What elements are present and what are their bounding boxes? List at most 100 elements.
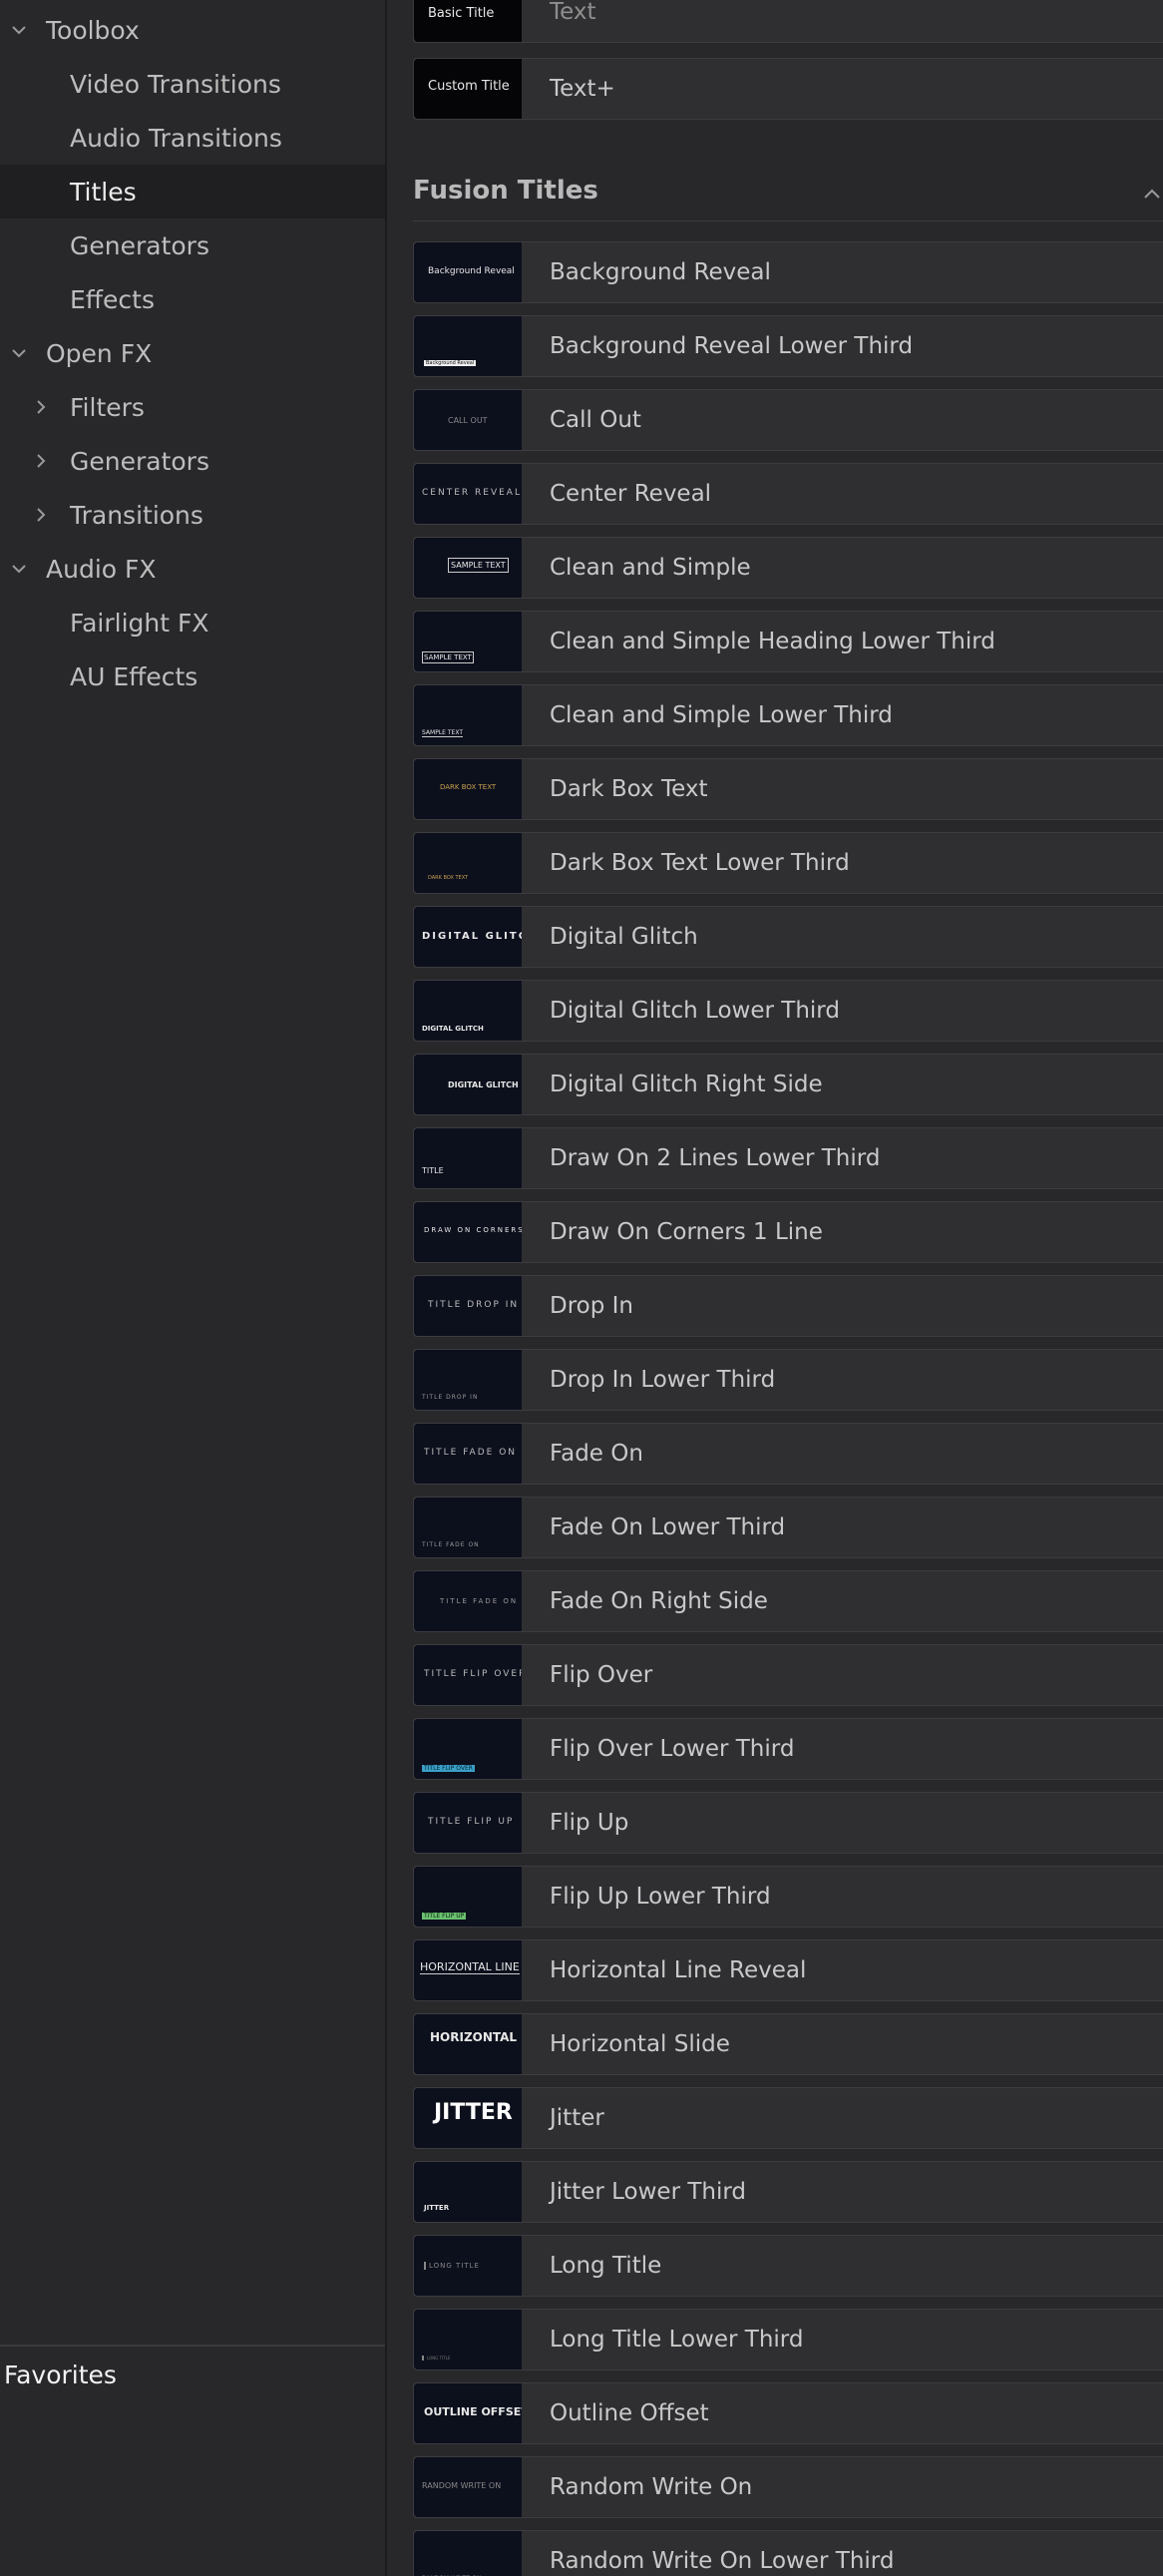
thumbnail-text: CALL OUT: [448, 416, 488, 425]
title-item-label: Outline Offset: [550, 2400, 709, 2426]
thumbnail-text: JITTER: [424, 2204, 450, 2212]
title-item[interactable]: RANDOM WRITE ON Random Write On: [413, 2456, 1163, 2518]
title-item[interactable]: TITLE DROP IN Drop In Lower Third: [413, 1349, 1163, 1411]
title-item[interactable]: TITLE Draw On 2 Lines Lower Third: [413, 1127, 1163, 1189]
title-item-label: Flip Over: [550, 1662, 653, 1688]
thumbnail-text: TITLE FADE ON: [422, 1541, 480, 1548]
title-item-label: Call Out: [550, 407, 641, 433]
title-item[interactable]: DARK BOX TEXT Dark Box Text: [413, 758, 1163, 820]
title-thumbnail: RANDOM WRITE ON: [414, 2457, 522, 2517]
chevron-right-icon[interactable]: [24, 444, 58, 478]
chevron-down-icon[interactable]: [2, 552, 36, 586]
tree-item-titles[interactable]: Titles: [0, 165, 385, 218]
title-thumbnail: CALL OUT: [414, 390, 522, 450]
tree-item-label: Video Transitions: [70, 69, 281, 99]
thumbnail-text: TITLE FADE ON: [424, 1448, 518, 1458]
title-item-label: Digital Glitch Right Side: [550, 1072, 823, 1097]
title-item-label: Drop In: [550, 1293, 634, 1319]
title-item[interactable]: RANDOM WRITE ON Random Write On Lower Thi…: [413, 2530, 1163, 2576]
title-thumbnail: DARK BOX TEXT: [414, 833, 522, 893]
title-thumbnail: DRAW ON CORNERS: [414, 1202, 522, 1262]
tree-item-ofx-transitions[interactable]: Transitions: [0, 488, 385, 542]
title-item[interactable]: CALL OUT Call Out: [413, 389, 1163, 451]
favorites-header[interactable]: Favorites: [4, 2361, 117, 2389]
title-thumbnail: Basic Title: [414, 0, 522, 42]
title-item-text[interactable]: Basic Title Text: [413, 0, 1163, 43]
title-item[interactable]: SAMPLE TEXT Clean and Simple Heading Lowe…: [413, 611, 1163, 672]
title-item[interactable]: JITTER Jitter Lower Third: [413, 2161, 1163, 2223]
title-item-text-plus[interactable]: Custom Title Text+: [413, 58, 1163, 120]
title-thumbnail: SAMPLE TEXT: [414, 538, 522, 598]
tree-item-toolbox[interactable]: Toolbox: [0, 3, 385, 57]
title-item-label: Draw On Corners 1 Line: [550, 1219, 823, 1245]
title-item[interactable]: TITLE DROP IN Drop In: [413, 1275, 1163, 1337]
title-item[interactable]: TITLE FADE ON Fade On: [413, 1423, 1163, 1485]
tree-item-audio-fx[interactable]: Audio FX: [0, 542, 385, 596]
title-item[interactable]: LONG TITLE Long Title Lower Third: [413, 2309, 1163, 2370]
title-item-label: Horizontal Line Reveal: [550, 1957, 807, 1983]
title-item-label: Jitter Lower Third: [550, 2179, 747, 2205]
title-thumbnail: TITLE DROP IN: [414, 1350, 522, 1410]
chevron-up-icon[interactable]: [1141, 184, 1163, 206]
title-item[interactable]: HORIZONTAL LINE Horizontal Line Reveal: [413, 1939, 1163, 2001]
thumbnail-text: Basic Title: [428, 6, 495, 21]
tree-item-fairlight-fx[interactable]: Fairlight FX: [0, 596, 385, 649]
title-item[interactable]: DIGITAL GLITCH Digital Glitch Lower Third: [413, 980, 1163, 1042]
title-item[interactable]: OUTLINE OFFSET Outline Offset: [413, 2382, 1163, 2444]
title-thumbnail: RANDOM WRITE ON: [414, 2531, 522, 2576]
chevron-down-icon[interactable]: [2, 13, 36, 47]
tree-item-effects[interactable]: Effects: [0, 272, 385, 326]
title-thumbnail: DIGITAL GLITCH: [414, 981, 522, 1041]
chevron-right-icon[interactable]: [24, 390, 58, 424]
title-item-label: Clean and Simple: [550, 555, 751, 581]
title-item[interactable]: TITLE FLIP UP Flip Up: [413, 1792, 1163, 1854]
chevron-down-icon[interactable]: [2, 336, 36, 370]
title-item[interactable]: TITLE FLIP OVER Flip Over: [413, 1644, 1163, 1706]
tree-item-au-effects[interactable]: AU Effects: [0, 649, 385, 703]
tree-item-filters[interactable]: Filters: [0, 380, 385, 434]
title-item[interactable]: CENTER REVEAL Center Reveal: [413, 463, 1163, 525]
title-item[interactable]: TITLE FADE ON Fade On Right Side: [413, 1570, 1163, 1632]
title-thumbnail: SAMPLE TEXT: [414, 612, 522, 671]
section-divider: [413, 220, 1163, 221]
title-item-label: Background Reveal: [550, 259, 771, 285]
thumbnail-text: TITLE DROP IN: [422, 1394, 479, 1401]
title-item[interactable]: SAMPLE TEXT Clean and Simple: [413, 537, 1163, 599]
tree-item-audio-transitions[interactable]: Audio Transitions: [0, 111, 385, 165]
title-item[interactable]: LONG TITLE Long Title: [413, 2235, 1163, 2297]
thumbnail-text: DARK BOX TEXT: [440, 783, 497, 791]
title-thumbnail: DIGITAL GLITCH: [414, 1055, 522, 1114]
title-item[interactable]: DARK BOX TEXT Dark Box Text Lower Third: [413, 832, 1163, 894]
title-thumbnail: LONG TITLE: [414, 2236, 522, 2296]
title-thumbnail: Background Reveal: [414, 316, 522, 376]
thumbnail-text: TITLE FLIP OVER: [422, 1765, 475, 1772]
title-item[interactable]: HORIZONTAL Horizontal Slide: [413, 2013, 1163, 2075]
title-item[interactable]: DIGITAL GLITCH Digital Glitch: [413, 906, 1163, 968]
title-item-label: Horizontal Slide: [550, 2031, 730, 2057]
title-item[interactable]: TITLE FADE ON Fade On Lower Third: [413, 1497, 1163, 1558]
thumbnail-text: TITLE FLIP UP: [422, 1913, 467, 1920]
title-item[interactable]: Background Reveal Background Reveal: [413, 241, 1163, 303]
chevron-right-icon[interactable]: [24, 498, 58, 532]
title-item[interactable]: SAMPLE TEXT Clean and Simple Lower Third: [413, 684, 1163, 746]
tree-item-label: Generators: [70, 446, 209, 476]
title-item[interactable]: DIGITAL GLITCH Digital Glitch Right Side: [413, 1054, 1163, 1115]
title-item[interactable]: DRAW ON CORNERS Draw On Corners 1 Line: [413, 1201, 1163, 1263]
title-item-label: Center Reveal: [550, 481, 712, 507]
tree-item-generators[interactable]: Generators: [0, 218, 385, 272]
tree-item-open-fx[interactable]: Open FX: [0, 326, 385, 380]
title-thumbnail: LONG TITLE: [414, 2310, 522, 2369]
thumbnail-text: Background Reveal: [424, 360, 477, 366]
title-item[interactable]: Background Reveal Background Reveal Lower…: [413, 315, 1163, 377]
title-item[interactable]: JITTER Jitter: [413, 2087, 1163, 2149]
thumbnail-text: TITLE FADE ON: [440, 1597, 519, 1605]
title-item[interactable]: TITLE FLIP UP Flip Up Lower Third: [413, 1866, 1163, 1928]
title-item[interactable]: TITLE FLIP OVER Flip Over Lower Third: [413, 1718, 1163, 1780]
title-item-label: Text: [550, 0, 596, 25]
thumbnail-text: HORIZONTAL: [430, 2030, 518, 2044]
thumbnail-text: Custom Title: [428, 79, 510, 94]
tree-item-video-transitions[interactable]: Video Transitions: [0, 57, 385, 111]
tree-item-ofx-generators[interactable]: Generators: [0, 434, 385, 488]
title-item-label: Background Reveal Lower Third: [550, 333, 914, 359]
section-header-fusion-titles[interactable]: Fusion Titles: [413, 176, 598, 206]
